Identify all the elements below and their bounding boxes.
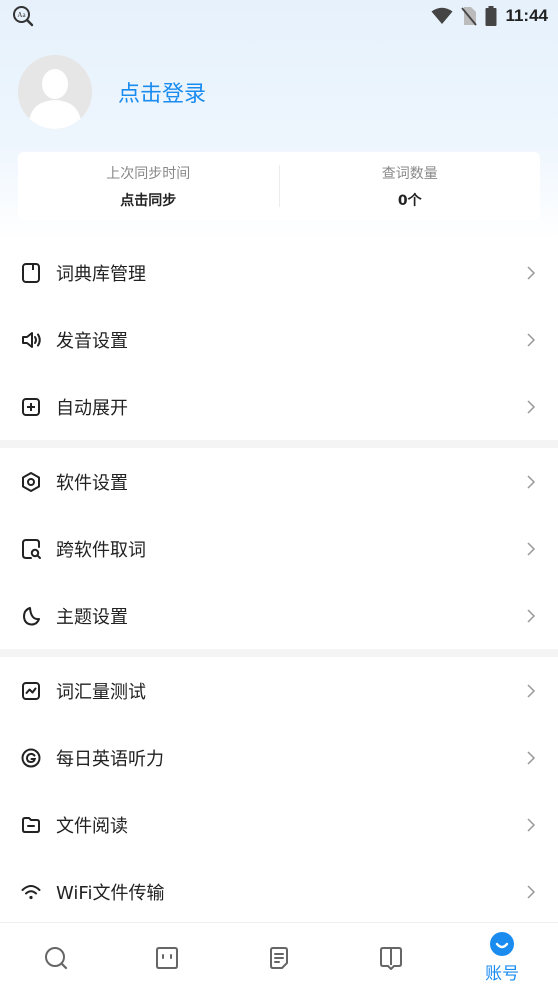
menu-item-cross-app-lookup[interactable]: 跨软件取词 [0, 515, 558, 582]
menu-item-theme-settings[interactable]: 主题设置 [0, 582, 558, 649]
stats-card: 上次同步时间 点击同步 查词数量 0个 [18, 152, 540, 220]
menu-item-vocabulary-test[interactable]: 词汇量测试 [0, 657, 558, 724]
folder-icon [22, 816, 40, 833]
no-sim-icon [461, 6, 478, 26]
chevron-right-icon [527, 817, 536, 832]
menu-item-label: 词典库管理 [56, 263, 146, 285]
chevron-right-icon [527, 265, 536, 280]
menu-item-label: 跨软件取词 [56, 539, 146, 561]
circle-g-icon [21, 748, 41, 767]
search-doc-icon [22, 538, 41, 559]
menu-group-tools: 词汇量测试 每日英语听力 文件阅读 WiFi文件传输 [0, 657, 558, 925]
sync-stat[interactable]: 上次同步时间 点击同步 [18, 163, 279, 210]
nav-tab-search[interactable] [0, 923, 112, 992]
menu-item-label: 软件设置 [56, 472, 128, 494]
menu-item-label: 自动展开 [56, 397, 128, 419]
nav-tab-account-label: 账号 [485, 964, 520, 984]
dictionary-icon [22, 262, 40, 283]
sync-value[interactable]: 点击同步 [18, 190, 279, 210]
document-icon [269, 946, 288, 969]
chevron-right-icon [527, 541, 536, 556]
sync-label: 上次同步时间 [106, 165, 191, 182]
menu-item-label: 词汇量测试 [56, 681, 146, 703]
default-avatar-icon [18, 55, 92, 129]
nav-tab-account[interactable]: 账号 [446, 923, 558, 992]
status-indicators: 11:44 [431, 6, 548, 26]
section-divider [0, 440, 558, 448]
book-icon [379, 946, 402, 970]
chevron-right-icon [527, 608, 536, 623]
account-smile-icon [490, 932, 515, 956]
menu-item-label: 每日英语听力 [56, 748, 164, 770]
lookup-count-stat: 查词数量 0个 [280, 163, 541, 210]
dictionary-app-icon: Aa [12, 5, 34, 27]
nav-tab-wordbook[interactable] [335, 923, 447, 992]
chat-box-icon [156, 946, 179, 969]
menu-item-pronunciation-settings[interactable]: 发音设置 [0, 306, 558, 373]
chevron-right-icon [527, 884, 536, 899]
search-icon [44, 946, 67, 969]
chevron-right-icon [527, 399, 536, 414]
lookup-count-label: 查词数量 [381, 165, 438, 182]
battery-icon [485, 6, 497, 26]
settings-menu: 词典库管理 发音设置 自动展开 软件设置 跨软件取词 主题设置 词汇量测试 每日… [0, 239, 558, 925]
menu-item-file-reading[interactable]: 文件阅读 [0, 791, 558, 858]
nav-tab-notes[interactable] [223, 923, 335, 992]
nav-tab-translate[interactable] [112, 923, 224, 992]
speaker-icon [22, 331, 41, 348]
menu-item-label: 文件阅读 [56, 815, 128, 837]
menu-item-dictionary-management[interactable]: 词典库管理 [0, 239, 558, 306]
plus-box-icon [22, 397, 40, 416]
chevron-right-icon [527, 750, 536, 765]
menu-item-wifi-file-transfer[interactable]: WiFi文件传输 [0, 858, 558, 925]
svg-text:Aa: Aa [17, 11, 26, 19]
wifi-signal-icon [431, 7, 453, 25]
menu-item-label: WiFi文件传输 [56, 882, 165, 904]
menu-group-dictionary: 词典库管理 发音设置 自动展开 [0, 239, 558, 440]
menu-item-label: 主题设置 [56, 606, 128, 628]
chevron-right-icon [527, 332, 536, 347]
chart-box-icon [22, 681, 40, 700]
chevron-right-icon [527, 474, 536, 489]
menu-item-daily-english-listening[interactable]: 每日英语听力 [0, 724, 558, 791]
login-link[interactable]: 点击登录 [118, 76, 206, 108]
moon-icon [23, 606, 40, 625]
lookup-count-value: 0个 [397, 192, 422, 209]
hexagon-settings-icon [22, 471, 40, 492]
menu-item-software-settings[interactable]: 软件设置 [0, 448, 558, 515]
wifi-icon [21, 884, 41, 899]
chevron-right-icon [527, 683, 536, 698]
profile-section: 点击登录 [18, 54, 206, 130]
menu-group-settings: 软件设置 跨软件取词 主题设置 [0, 448, 558, 649]
menu-item-auto-expand[interactable]: 自动展开 [0, 373, 558, 440]
status-time: 11:44 [505, 6, 548, 25]
avatar[interactable] [18, 55, 92, 129]
status-bar: Aa 11:44 [0, 0, 558, 32]
menu-item-label: 发音设置 [56, 330, 128, 352]
bottom-navigation: 账号 [0, 922, 558, 992]
section-divider [0, 649, 558, 657]
